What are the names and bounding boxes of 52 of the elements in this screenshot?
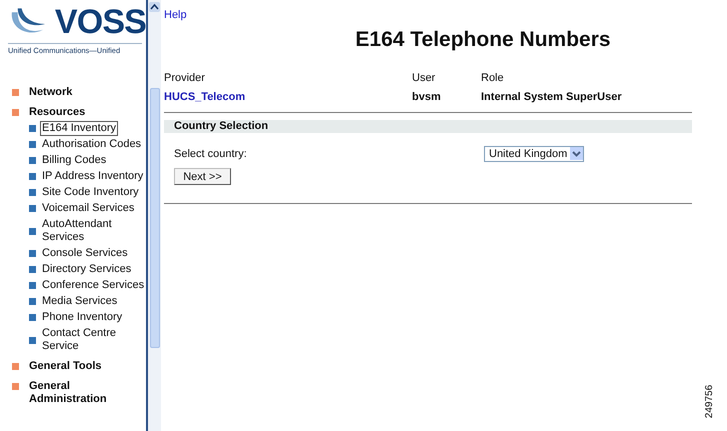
- bullet-icon: [29, 157, 36, 164]
- info-label: Provider: [164, 70, 206, 86]
- bullet-icon: [29, 298, 36, 305]
- help-link[interactable]: Help: [164, 7, 187, 24]
- nav-category[interactable]: Network: [29, 86, 129, 99]
- info-label: Role: [481, 70, 505, 86]
- bullet-icon: [29, 141, 36, 148]
- bullet-icon: [12, 363, 19, 370]
- info-value: bvsm: [412, 90, 442, 105]
- bullet-icon: [29, 250, 36, 257]
- bullet-icon: [12, 109, 19, 116]
- nav-item[interactable]: AutoAttendant Services: [41, 218, 146, 244]
- provider-link[interactable]: HUCS_Telecom: [164, 89, 412, 106]
- nav-item[interactable]: Directory Services: [41, 263, 132, 276]
- info-label: User: [412, 70, 436, 86]
- nav-item[interactable]: Billing Codes: [41, 154, 108, 167]
- scrollbar[interactable]: [148, 0, 161, 431]
- nav-item[interactable]: IP Address Inventory: [41, 170, 144, 183]
- nav-item[interactable]: Media Services: [41, 295, 118, 308]
- section-header: Country Selection: [164, 120, 692, 132]
- field-label: Select country:: [174, 146, 248, 162]
- figure-id: 249756: [703, 384, 716, 418]
- nav-item[interactable]: Contact Centre Service: [41, 327, 146, 353]
- nav-item[interactable]: Conference Services: [41, 279, 146, 292]
- nav-item[interactable]: Authorisation Codes: [41, 138, 142, 151]
- nav-item[interactable]: Voicemail Services: [41, 202, 136, 215]
- bullet-icon: [29, 228, 36, 234]
- bullet-icon: [29, 336, 36, 344]
- dropdown-icon: [570, 147, 584, 160]
- nav-category[interactable]: General Administration: [29, 380, 129, 406]
- nav-item[interactable]: Site Code Inventory: [41, 186, 140, 199]
- country-select[interactable]: United Kingdom: [484, 146, 584, 162]
- nav-category[interactable]: General Tools: [29, 360, 129, 373]
- bullet-icon: [29, 125, 36, 132]
- nav-item[interactable]: Console Services: [41, 247, 129, 260]
- nav-item[interactable]: Phone Inventory: [41, 311, 124, 324]
- bullet-icon: [12, 383, 19, 390]
- nav-item[interactable]: E164 Inventory: [41, 122, 117, 135]
- bullet-icon: [12, 89, 19, 96]
- bullet-icon: [29, 282, 36, 289]
- bullet-icon: [29, 173, 36, 180]
- nav-category[interactable]: Resources: [29, 106, 129, 119]
- bullet-icon: [29, 314, 36, 321]
- page-title: E164 Telephone Numbers: [354, 26, 612, 52]
- scroll-up-icon[interactable]: [149, 2, 160, 12]
- bullet-icon: [29, 189, 36, 196]
- bullet-icon: [29, 205, 36, 212]
- next-button[interactable]: Next >>: [174, 168, 231, 185]
- bullet-icon: [29, 266, 36, 273]
- scroll-thumb[interactable]: [150, 88, 160, 348]
- logo-wordmark: VOSS: [54, 4, 146, 40]
- info-value: Internal System SuperUser: [481, 90, 622, 105]
